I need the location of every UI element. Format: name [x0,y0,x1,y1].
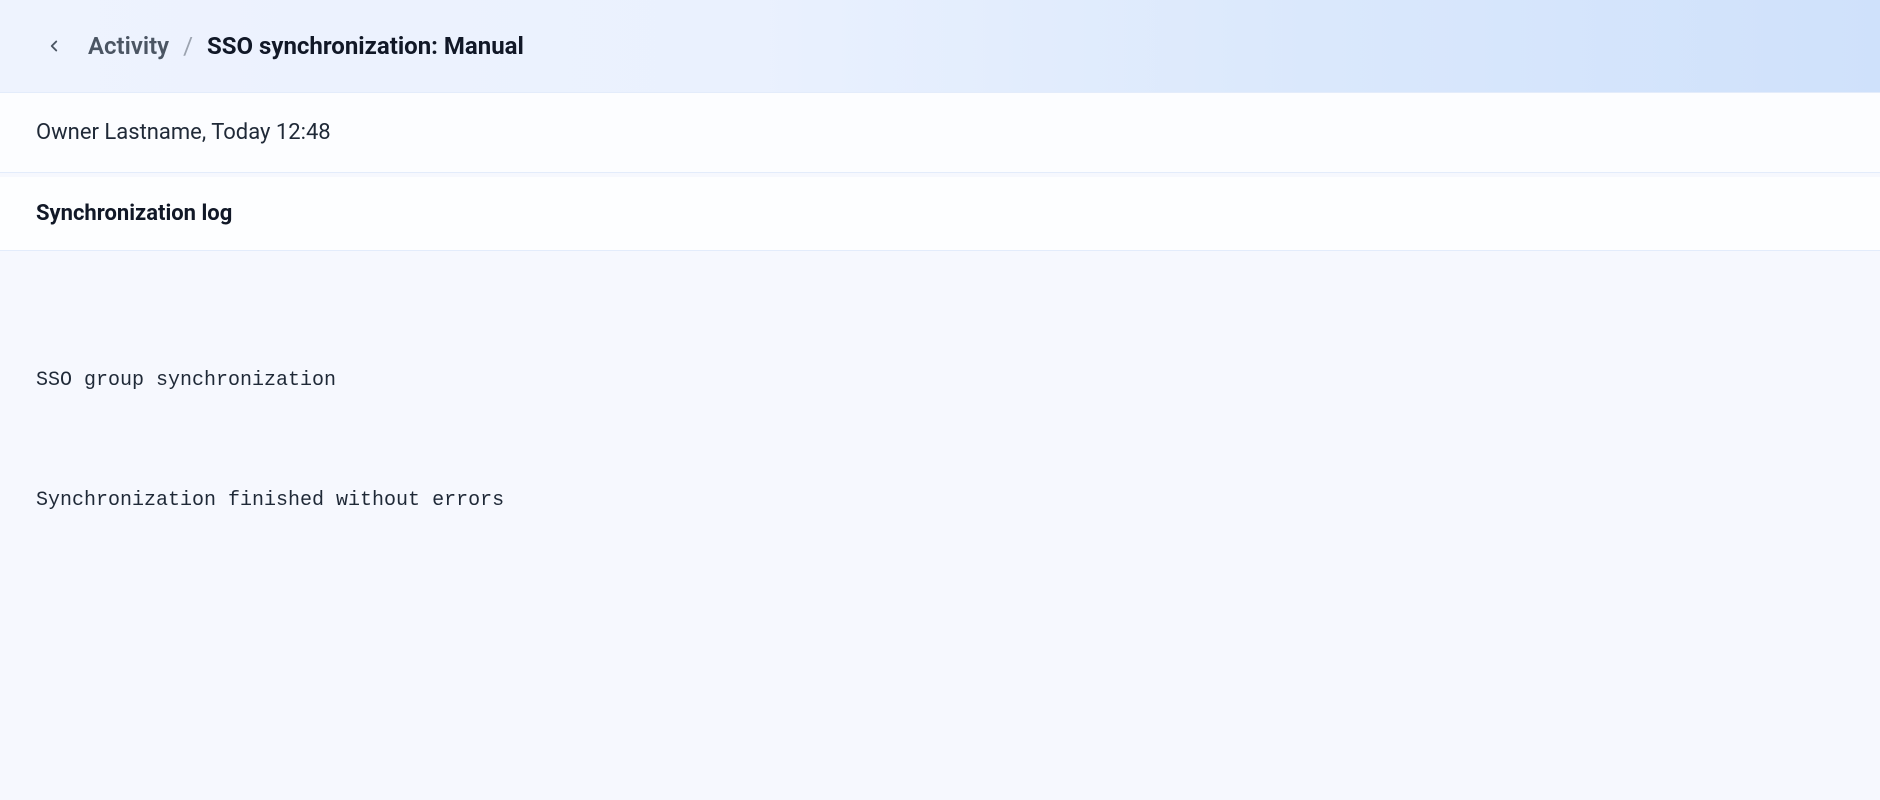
chevron-left-icon [45,37,63,55]
page-header: Activity / SSO synchronization: Manual [0,0,1880,92]
owner-timestamp: Owner Lastname, Today 12:48 [36,120,331,145]
info-bar: Owner Lastname, Today 12:48 [0,92,1880,173]
section-title: Synchronization log [0,177,1880,251]
log-line: SSO group synchronization [36,361,1844,401]
breadcrumb-parent-link[interactable]: Activity [88,32,169,60]
breadcrumb-current: SSO synchronization: Manual [207,32,524,60]
log-line: Synchronization finished without errors [36,481,1844,521]
breadcrumb-separator: / [183,32,193,60]
synchronization-log: SSO group synchronization Synchronizatio… [0,251,1880,591]
breadcrumb: Activity / SSO synchronization: Manual [88,32,524,60]
back-button[interactable] [36,28,72,64]
